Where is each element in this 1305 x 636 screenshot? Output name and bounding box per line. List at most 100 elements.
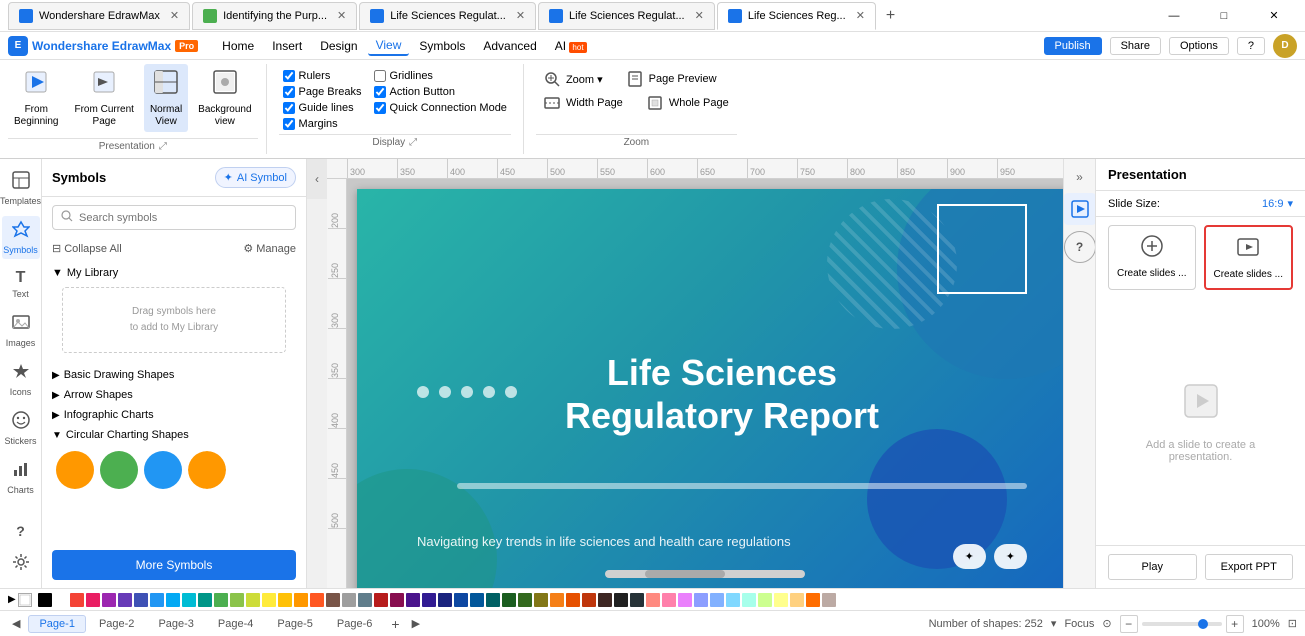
color-swatch-31[interactable] bbox=[534, 593, 548, 607]
add-page-button[interactable]: + bbox=[387, 614, 403, 634]
share-button[interactable]: Share bbox=[1110, 37, 1161, 55]
sidebar-item-charts[interactable]: Charts bbox=[2, 456, 40, 499]
color-tool-btn[interactable]: ▶ bbox=[8, 594, 16, 605]
more-symbols-button[interactable]: More Symbols bbox=[52, 550, 296, 580]
menu-home[interactable]: Home bbox=[214, 37, 262, 55]
search-box[interactable] bbox=[52, 205, 296, 230]
color-swatch-20[interactable] bbox=[358, 593, 372, 607]
fill-color-btn[interactable] bbox=[18, 593, 32, 607]
color-swatch-40[interactable] bbox=[678, 593, 692, 607]
color-swatch-25[interactable] bbox=[438, 593, 452, 607]
shapes-dropdown-icon[interactable]: ▾ bbox=[1051, 617, 1057, 630]
nav-right-button[interactable]: ▶ bbox=[408, 615, 424, 632]
action-button-check[interactable]: Action Button bbox=[374, 86, 507, 98]
slide-canvas[interactable]: Life Sciences Regulatory Report Navigati… bbox=[357, 189, 1063, 588]
color-swatch-48[interactable] bbox=[806, 593, 820, 607]
color-swatch-10[interactable] bbox=[198, 593, 212, 607]
page-tab-page3[interactable]: Page-3 bbox=[147, 615, 204, 633]
zoom-minus-button[interactable]: − bbox=[1120, 615, 1138, 633]
category-basic-drawing[interactable]: ▶ Basic Drawing Shapes bbox=[42, 365, 306, 385]
create-slides-button-2[interactable]: Create slides ... bbox=[1204, 225, 1294, 290]
color-swatch-1[interactable] bbox=[54, 593, 68, 607]
sidebar-item-text[interactable]: T Text bbox=[2, 265, 40, 303]
tab-item-2[interactable]: Life Sciences Regulat...✕ bbox=[359, 2, 536, 30]
color-swatch-26[interactable] bbox=[454, 593, 468, 607]
presentation-icon-button[interactable] bbox=[1064, 193, 1096, 225]
tab-item-1[interactable]: Identifying the Purp...✕ bbox=[192, 2, 357, 30]
manage-button[interactable]: ⚙ Manage bbox=[243, 242, 296, 255]
maximize-button[interactable]: □ bbox=[1201, 2, 1247, 30]
color-swatch-14[interactable] bbox=[262, 593, 276, 607]
color-swatch-2[interactable] bbox=[70, 593, 84, 607]
menu-view[interactable]: View bbox=[368, 36, 410, 56]
shape-preview-3[interactable] bbox=[144, 451, 182, 489]
menu-design[interactable]: Design bbox=[312, 37, 365, 55]
color-swatch-22[interactable] bbox=[390, 593, 404, 607]
color-swatch-3[interactable] bbox=[86, 593, 100, 607]
ai-button-1[interactable]: ✦ bbox=[953, 544, 986, 569]
color-swatch-28[interactable] bbox=[486, 593, 500, 607]
collapse-panel-button[interactable]: ‹ bbox=[307, 159, 327, 199]
scrollbar-thumb[interactable] bbox=[645, 570, 725, 578]
color-swatch-41[interactable] bbox=[694, 593, 708, 607]
gridlines-check[interactable]: Gridlines bbox=[374, 70, 507, 82]
color-swatch-0[interactable] bbox=[38, 593, 52, 607]
page-tab-page4[interactable]: Page-4 bbox=[207, 615, 264, 633]
tab-close-2[interactable]: ✕ bbox=[516, 9, 525, 22]
sidebar-item-templates[interactable]: Templates bbox=[2, 167, 40, 210]
color-swatch-43[interactable] bbox=[726, 593, 740, 607]
close-button[interactable]: ✕ bbox=[1251, 2, 1297, 30]
ai-symbol-button[interactable]: ✦ AI Symbol bbox=[215, 167, 296, 188]
ai-button-2[interactable]: ✦ bbox=[994, 544, 1027, 569]
nav-dot[interactable] bbox=[417, 386, 429, 398]
color-swatch-16[interactable] bbox=[294, 593, 308, 607]
sidebar-item-icons[interactable]: Icons bbox=[2, 358, 40, 401]
sidebar-item-images[interactable]: Images bbox=[2, 309, 40, 352]
minimize-button[interactable]: — bbox=[1151, 2, 1197, 30]
color-swatch-8[interactable] bbox=[166, 593, 180, 607]
guidelines-check[interactable]: Guide lines bbox=[283, 102, 362, 114]
create-slides-button-1[interactable]: Create slides ... bbox=[1108, 225, 1196, 290]
color-swatch-6[interactable] bbox=[134, 593, 148, 607]
shape-preview-2[interactable] bbox=[100, 451, 138, 489]
color-swatch-21[interactable] bbox=[374, 593, 388, 607]
color-swatch-12[interactable] bbox=[230, 593, 244, 607]
nav-dot[interactable] bbox=[505, 386, 517, 398]
margins-check[interactable]: Margins bbox=[283, 118, 362, 130]
color-swatch-36[interactable] bbox=[614, 593, 628, 607]
background-view-button[interactable]: Backgroundview bbox=[192, 64, 257, 132]
color-swatch-30[interactable] bbox=[518, 593, 532, 607]
normal-view-button[interactable]: NormalView bbox=[144, 64, 188, 132]
fit-page-button[interactable]: ⊡ bbox=[1288, 617, 1297, 630]
display-expand-icon[interactable]: ⤢ bbox=[409, 137, 417, 148]
zoom-dropdown-button[interactable]: Zoom ▾ bbox=[536, 68, 611, 90]
sidebar-item-symbols[interactable]: Symbols bbox=[2, 216, 40, 259]
color-swatch-24[interactable] bbox=[422, 593, 436, 607]
color-swatch-45[interactable] bbox=[758, 593, 772, 607]
menu-insert[interactable]: Insert bbox=[264, 37, 310, 55]
sidebar-item-settings[interactable] bbox=[2, 549, 40, 580]
page-tab-page6[interactable]: Page-6 bbox=[326, 615, 383, 633]
play-button[interactable]: Play bbox=[1108, 554, 1197, 580]
zoom-plus-button[interactable]: + bbox=[1226, 615, 1244, 633]
help-panel-button[interactable]: ? bbox=[1064, 231, 1096, 263]
nav-dot[interactable] bbox=[483, 386, 495, 398]
my-library-title[interactable]: ▼ My Library bbox=[52, 267, 296, 279]
tab-close-0[interactable]: ✕ bbox=[170, 9, 179, 22]
width-page-button[interactable]: Width Page bbox=[536, 92, 631, 114]
tab-item-4[interactable]: Life Sciences Reg...✕ bbox=[717, 2, 876, 30]
from-current-page-button[interactable]: From CurrentPage bbox=[68, 64, 139, 132]
nav-dot[interactable] bbox=[461, 386, 473, 398]
tab-item-0[interactable]: Wondershare EdrawMax✕ bbox=[8, 2, 190, 30]
color-swatch-29[interactable] bbox=[502, 593, 516, 607]
menu-advanced[interactable]: Advanced bbox=[475, 37, 544, 55]
options-button[interactable]: Options bbox=[1169, 37, 1229, 55]
menu-symbols[interactable]: Symbols bbox=[411, 37, 473, 55]
page-tab-page2[interactable]: Page-2 bbox=[88, 615, 145, 633]
collapse-all-button[interactable]: ⊟ Collapse All bbox=[52, 242, 122, 255]
presentation-expand-icon[interactable]: ⤢ bbox=[159, 141, 167, 152]
shape-preview-1[interactable] bbox=[56, 451, 94, 489]
page-tab-page1[interactable]: Page-1 bbox=[28, 615, 85, 633]
category-arrow-shapes[interactable]: ▶ Arrow Shapes bbox=[42, 385, 306, 405]
color-swatch-9[interactable] bbox=[182, 593, 196, 607]
